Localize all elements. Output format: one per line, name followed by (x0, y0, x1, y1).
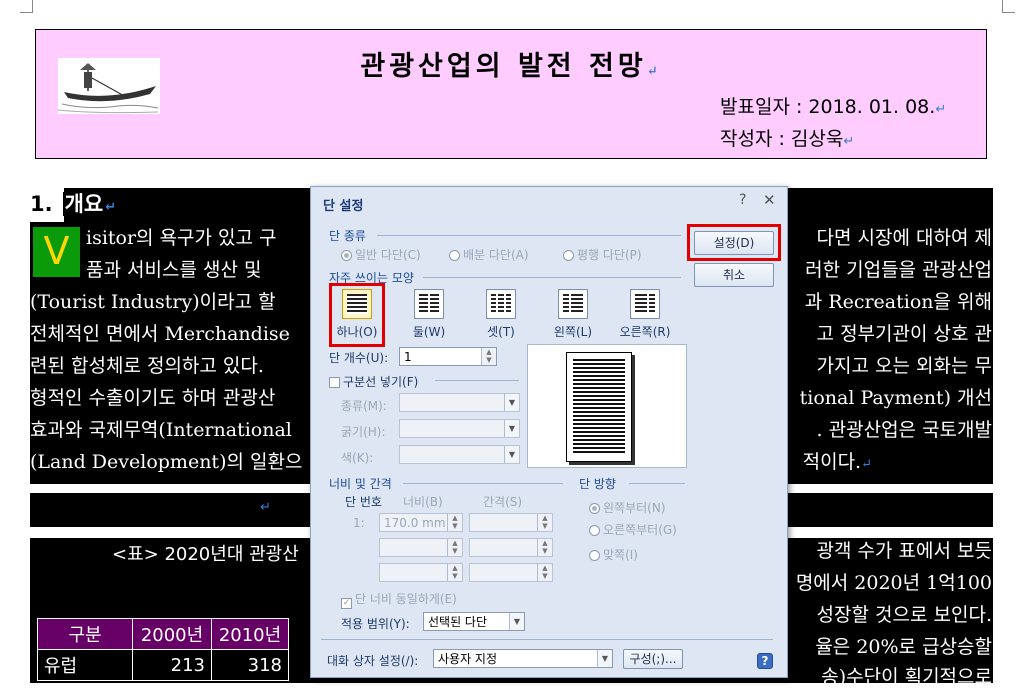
right-text-line: 율은 20%로 급상승할 (815, 636, 992, 658)
column-width-stepper[interactable]: ▲ ▼ (379, 538, 463, 557)
line-color-select[interactable]: ▼ (399, 445, 520, 464)
right-text-line: 송)수단이 획기적으로 (821, 666, 992, 688)
table-cell: 유럽 (37, 649, 133, 681)
column-kind-section-label: 단 종류 (329, 229, 366, 243)
direction-section-label: 단 방향 (579, 477, 616, 491)
close-icon[interactable]: ✕ (763, 191, 776, 209)
dialog-settings-label: 대화 상자 설정(/): (327, 654, 419, 668)
page-corner-mark (20, 0, 33, 13)
title-box: 관광산업의 발전 전망↵ 발표일자 : 2018. 01. 08.↵ 작성자 :… (35, 29, 987, 159)
table-header-cell: 2000년 (132, 618, 212, 650)
column-gap-stepper[interactable]: ▲ ▼ (469, 538, 553, 557)
document-title: 관광산업의 발전 전망↵ (360, 51, 662, 82)
radio-parallel-columns[interactable]: 평행 다단(P) (563, 246, 642, 263)
table-row: 유럽 213 318 (37, 649, 289, 681)
paragraph-mark: ↵ (260, 500, 271, 515)
tourism-table: 구분 2000년 2010년 유럽 213 318 (37, 618, 289, 681)
author-line: 작성자 : 김상욱↵ (720, 128, 855, 150)
table-header-cell: 구분 (37, 618, 133, 650)
divider-checkbox[interactable]: 구분선 넣기(F) (329, 373, 418, 390)
line-type-label: 종류(M): (341, 399, 387, 413)
column-count-label: 단 개수(U): (329, 351, 389, 365)
layout-two-columns[interactable]: 둘(W) (399, 289, 459, 340)
presentation-date: 발표일자 : 2018. 01. 08.↵ (720, 96, 947, 118)
radio-right-first[interactable]: 오른쪽부터(G) (589, 521, 677, 538)
section-divider (321, 639, 773, 640)
line-thickness-select[interactable]: ▼ (399, 419, 520, 438)
section-divider (629, 483, 685, 484)
left-column-icon (558, 289, 588, 319)
drop-cap-letter: V (33, 227, 80, 277)
section-heading: 1. 개요 ↵ (30, 192, 117, 216)
right-text-line: 명에서 2020년 1억100 (795, 572, 992, 594)
column-gap-stepper[interactable]: ▲ ▼ (469, 563, 553, 582)
width-spacing-section-label: 너비 및 간격 (329, 477, 392, 491)
dialog-title: 단 설정 (323, 199, 364, 214)
row-number-label: 1: (353, 516, 365, 530)
table-cell: 318 (211, 649, 289, 681)
radio-distributed-columns[interactable]: 배분 다단(A) (449, 246, 529, 263)
right-column-icon (630, 289, 660, 319)
column-number-header: 단 번호 (345, 495, 382, 509)
section-divider (435, 380, 519, 381)
equal-width-checkbox[interactable]: ✓ 단 너비 동일하게(E) (341, 590, 457, 609)
column-count-stepper[interactable]: 1 ▲ ▼ (399, 347, 497, 366)
table-header-cell: 2010년 (211, 618, 289, 650)
column-width-stepper[interactable]: ▲ ▼ (379, 563, 463, 582)
radio-normal-columns[interactable]: 일반 다단(C) (341, 246, 421, 263)
three-column-icon (486, 289, 516, 319)
section-divider (377, 235, 681, 236)
help-button-icon[interactable]: ? (757, 653, 773, 669)
apply-scope-select[interactable]: 선택된 다단 ▼ (423, 612, 525, 631)
apply-scope-label: 적용 범위(Y): (341, 617, 410, 631)
right-text-line: 성장할 것으로 보인다. (816, 604, 992, 626)
gap-header: 간격(S) (483, 495, 523, 509)
compose-button[interactable]: 구성(;)... (623, 649, 683, 669)
page-corner-mark (1002, 0, 1015, 13)
highlight-box (687, 224, 781, 261)
table-header-row: 구분 2000년 2010년 (37, 618, 289, 650)
cancel-button[interactable]: 취소 (694, 263, 774, 287)
preview-page (566, 352, 632, 462)
table-cell: 213 (132, 649, 212, 681)
section-divider (423, 277, 681, 278)
dialog-settings-select[interactable]: 사용자 지정 ▼ (433, 649, 613, 668)
layout-three-columns[interactable]: 셋(T) (471, 289, 531, 340)
radio-facing[interactable]: 맞쪽(I) (589, 546, 638, 563)
layout-preview (527, 344, 687, 468)
line-color-label: 색(K): (341, 451, 374, 465)
table-caption: <표> 2020년대 관광산 (112, 544, 299, 565)
column-gap-stepper[interactable]: ▲ ▼ (469, 513, 553, 532)
column-settings-dialog: 단 설정 ? ✕ 단 종류 일반 다단(C) 배분 다단(A) 평행 다단(P)… (310, 186, 788, 678)
width-header: 너비(B) (403, 495, 443, 509)
radio-left-first[interactable]: 왼쪽부터(N) (589, 499, 666, 516)
highlight-box (329, 283, 385, 347)
right-text-line: 광객 수가 표에서 보듯 (816, 540, 992, 562)
help-icon[interactable]: ? (739, 192, 746, 208)
layout-right[interactable]: 오른쪽(R) (615, 289, 675, 340)
line-type-select[interactable]: ▼ (399, 393, 520, 412)
section-divider (403, 483, 563, 484)
layout-left[interactable]: 왼쪽(L) (543, 289, 603, 340)
two-column-icon (414, 289, 444, 319)
column-width-stepper[interactable]: 170.0 mm ▲ ▼ (379, 513, 463, 532)
line-thickness-label: 굵기(H): (341, 425, 386, 439)
